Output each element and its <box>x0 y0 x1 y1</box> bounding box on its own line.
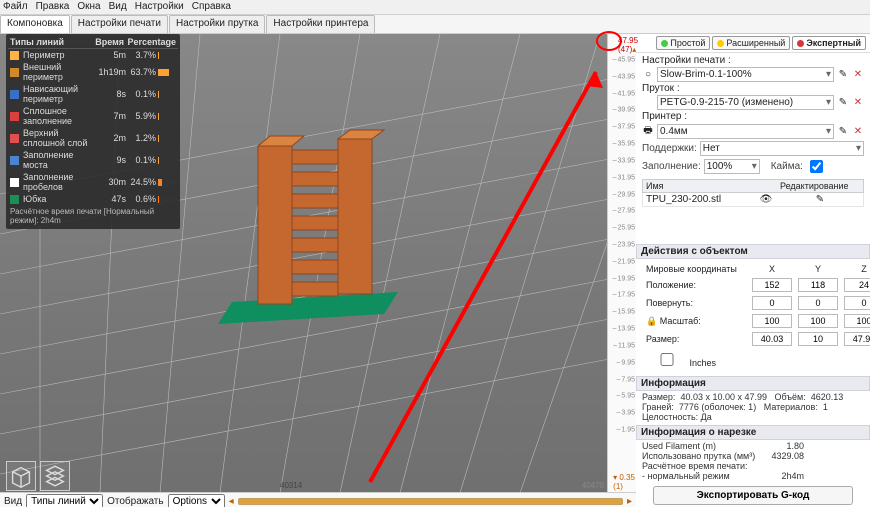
ruler-tick: 17.95 <box>613 292 635 299</box>
supports-select[interactable]: Нет <box>700 141 864 156</box>
ruler-tick: 37.95 <box>613 124 635 131</box>
rot-z-input[interactable] <box>844 296 870 310</box>
infill-select[interactable]: 100% <box>704 159 760 174</box>
legend-row: Сплошное заполнение7m5.9% <box>8 105 178 127</box>
ruler-tick: 41.95 <box>613 90 635 97</box>
menu-windows[interactable]: Окна <box>77 0 100 14</box>
ruler-tick: 29.95 <box>613 191 635 198</box>
ruler-tick: 3.95 <box>616 410 635 417</box>
menu-settings[interactable]: Настройки <box>135 0 184 14</box>
legend-row: Юбка47s0.6% <box>8 193 178 205</box>
legend-row: Заполнение моста9s0.1% <box>8 149 178 171</box>
ruler-tick: 15.95 <box>613 309 635 316</box>
legend-row: Внешний периметр1h19m63.7% <box>8 61 178 83</box>
horizontal-move-slider: Вид Типы линий Отображать Options ◂ ▸ 40… <box>0 492 636 507</box>
lock-icon[interactable]: 🔒 <box>646 316 657 326</box>
slice-info-header: Информация о нарезке <box>636 425 870 440</box>
tab-bar: Компоновка Настройки печати Настройки пр… <box>0 15 870 34</box>
ruler-tick: 13.95 <box>613 326 635 333</box>
ruler-tick: 21.95 <box>613 258 635 265</box>
pos-y-input[interactable] <box>798 278 838 292</box>
mode-expert-button[interactable]: Экспертный <box>792 36 866 50</box>
horizontal-track[interactable] <box>238 498 623 505</box>
coord-system-select[interactable]: Мировые координаты <box>646 264 746 274</box>
info-header: Информация <box>636 376 870 391</box>
pos-x-input[interactable] <box>752 278 792 292</box>
model-preview <box>258 130 384 304</box>
visibility-icon[interactable]: 👁 <box>752 194 780 205</box>
ruler-tick: 31.95 <box>613 174 635 181</box>
pos-z-input[interactable] <box>844 278 870 292</box>
print-settings-label: Настройки печати : <box>642 55 731 66</box>
printer-label: Принтер : <box>642 111 687 122</box>
tab-printer-settings[interactable]: Настройки принтера <box>266 15 375 33</box>
mode-simple-button[interactable]: Простой <box>656 36 710 50</box>
menu-edit[interactable]: Правка <box>36 0 70 14</box>
menu-help[interactable]: Справка <box>192 0 231 14</box>
ruler-tick: 43.95 <box>613 73 635 80</box>
scale-x-input[interactable] <box>752 314 792 328</box>
tab-filament-settings[interactable]: Настройки прутка <box>169 15 265 33</box>
size-z-input[interactable] <box>844 332 870 346</box>
scale-z-input[interactable] <box>844 314 870 328</box>
tab-plater[interactable]: Компоновка <box>0 15 70 33</box>
3d-viewport[interactable]: Типы линийВремяPercentage Периметр5m3.7%… <box>0 34 636 507</box>
size-y-input[interactable] <box>798 332 838 346</box>
preset-del-icon[interactable]: ✕ <box>852 69 864 80</box>
menu-file[interactable]: Файл <box>3 0 28 14</box>
ruler-tick: 19.95 <box>613 275 635 282</box>
printer-icon: 🖶 <box>642 123 654 140</box>
ruler-tick: 39.95 <box>613 107 635 114</box>
ruler-tick: 11.95 <box>613 342 635 349</box>
inches-checkbox[interactable] <box>650 353 684 366</box>
filament-preset-select[interactable]: PETG-0.9-215-70 (изменено) <box>657 95 834 110</box>
view-layers-button[interactable] <box>40 461 70 491</box>
ruler-tick: 33.95 <box>613 157 635 164</box>
ruler-tick: 25.95 <box>613 225 635 232</box>
object-list-row[interactable]: TPU_230-200.stl👁✎ <box>642 193 864 207</box>
display-options-select[interactable]: Options <box>168 494 225 507</box>
filament-label: Пруток : <box>642 83 680 94</box>
legend-row: Нависающий периметр8s0.1% <box>8 83 178 105</box>
view-type-select[interactable]: Типы линий <box>26 494 103 507</box>
hslider-max: 40470 <box>582 481 604 490</box>
ruler-tick: 45.95 <box>613 57 635 64</box>
preset-edit-icon[interactable]: ✎ <box>837 69 849 80</box>
printer-preset-select[interactable]: 0.4мм <box>657 124 834 139</box>
ruler-tick: 1.95 <box>616 427 635 434</box>
menu-bar: Файл Правка Окна Вид Настройки Справка <box>0 0 870 15</box>
object-list-header: ИмяРедактирование <box>642 179 864 193</box>
legend-row: Верхний сплошной слой2m1.2% <box>8 127 178 149</box>
menu-view[interactable]: Вид <box>109 0 127 14</box>
ruler-tick: 35.95 <box>613 141 635 148</box>
hslider-cur: 40314 <box>280 481 302 490</box>
preset-icon: ○ <box>642 69 654 80</box>
ruler-tick: 5.95 <box>616 393 635 400</box>
tab-print-settings[interactable]: Настройки печати <box>71 15 168 33</box>
ruler-tick: 7.95 <box>616 376 635 383</box>
scale-y-input[interactable] <box>798 314 838 328</box>
feature-legend: Типы линийВремяPercentage Периметр5m3.7%… <box>6 34 180 229</box>
mode-advanced-button[interactable]: Расширенный <box>712 36 790 50</box>
rot-y-input[interactable] <box>798 296 838 310</box>
ruler-tick: 27.95 <box>613 208 635 215</box>
print-preset-select[interactable]: Slow-Brim-0.1-100% <box>657 67 834 82</box>
view-iso-button[interactable] <box>6 461 36 491</box>
legend-row: Периметр5m3.7% <box>8 49 178 61</box>
export-gcode-button[interactable]: Экспортировать G-код <box>653 486 853 505</box>
ruler-tick: 9.95 <box>616 359 635 366</box>
rot-x-input[interactable] <box>752 296 792 310</box>
size-x-input[interactable] <box>752 332 792 346</box>
brim-checkbox[interactable] <box>810 160 823 173</box>
edit-row-icon[interactable]: ✎ <box>780 194 860 205</box>
legend-row: Заполнение пробелов30m24.5% <box>8 171 178 193</box>
vertical-layer-slider[interactable]: 47.95(47)▴ 45.9543.9541.9539.9537.9535.9… <box>607 34 636 493</box>
ruler-tick: 23.95 <box>613 242 635 249</box>
object-actions-header: Действия с объектом <box>636 244 870 259</box>
